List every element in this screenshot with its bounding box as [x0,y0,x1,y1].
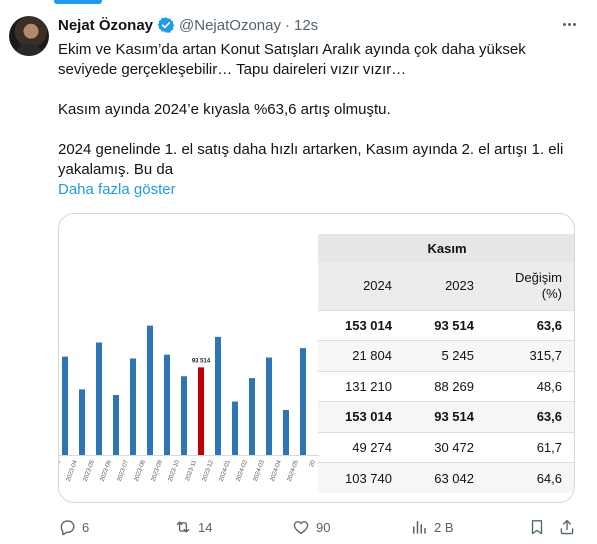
table-row: 21 804 5 245 315,7 [318,340,574,371]
table-cell: 48,6 [488,370,574,402]
tweet-text: Ekim ve Kasım’da artan Konut Satışları A… [58,40,578,200]
reply-button[interactable]: 6 [58,517,89,537]
x-tick-label: 2024-05 [287,459,300,482]
table-row: 153 014 93 514 63,6 [318,309,574,341]
repost-count: 14 [198,519,213,535]
tweet-header: Nejat Özonay @NejatOzonay · 12s [58,15,318,35]
active-indicator [54,0,102,4]
action-bar: 6 14 90 2 B [58,517,580,537]
bar [300,348,306,455]
column-header: Değişim (%) [488,262,574,310]
bar-highlighted [198,367,204,455]
tweet-text-line: 2024 genelinde 1. el satış daha hızlı ar… [58,141,564,158]
media-image[interactable]: 93 514 2-03 2023-04 2023-05 2023-06 2023-07 20… [58,213,575,503]
repost-button[interactable]: 14 [174,517,212,537]
more-dots-icon[interactable] [559,16,579,32]
tweet-text-line: seviyede gerçekleşebilir… Tapu daireleri… [58,61,407,78]
column-header: 2023 [406,262,488,310]
like-icon [293,521,309,535]
bar-chart: 93 514 2-03 2023-04 2023-05 2023-06 2023-07 20… [59,325,319,482]
tweet-text-line: Kasım ayında 2024’e kıyasla %63,6 artış … [58,101,391,118]
x-tick-label: 2023-10 [168,459,181,482]
reply-icon [60,520,75,536]
bar [181,376,187,455]
column-header-line: (%) [541,285,562,301]
x-tick-label: 2024-02 [236,459,249,482]
bar [164,354,170,455]
x-tick-label: 2023-05 [83,459,96,482]
bar [249,378,255,455]
table-cell: 153 014 [318,401,406,432]
bar [96,342,102,455]
table-cell: 5 245 [406,340,488,371]
bar [232,401,238,455]
bar [79,389,85,455]
bar [113,395,119,455]
table-cell: 61,7 [488,431,574,463]
bar [147,325,153,455]
x-tick-label: 2024-03 [253,459,266,482]
table-cell: 64,6 [488,462,574,493]
tweet-text-line: yakalamış. Bu da [58,161,174,178]
bar-data-label: 93 514 [192,358,211,364]
author-handle[interactable]: @NejatOzonay [179,17,281,34]
x-tick-label: 2023-09 [151,459,164,482]
timestamp[interactable]: 12s [294,17,318,34]
table-cell: 93 514 [406,401,488,432]
sales-table: Kasım 2024 2023 Değişim (%) 153 014 93 51… [318,234,574,493]
x-tick-label: 2023-12 [202,459,215,482]
column-header: 2024 [318,262,406,310]
table-title: Kasım [318,234,574,262]
table-cell: 63 042 [406,462,488,493]
table-row: 49 274 30 472 61,7 [318,431,574,463]
x-tick-label: 20 [309,459,317,468]
verified-badge-icon [157,17,175,33]
bar [215,336,221,455]
table-cell: 21 804 [318,340,406,371]
table-row: 131 210 88 269 48,6 [318,370,574,402]
table-cell: 93 514 [406,309,488,341]
table-cell: 63,6 [488,309,574,341]
table-cell: 88 269 [406,370,488,402]
x-tick-label: 2023-07 [117,459,130,482]
table-cell: 30 472 [406,431,488,463]
views-button[interactable]: 2 B [410,517,454,537]
x-tick-label: 2023-11 [185,459,198,482]
reply-count: 6 [82,519,90,535]
share-button[interactable] [558,517,576,537]
bookmark-icon [531,520,543,535]
like-count: 90 [316,519,331,535]
table-cell: 131 210 [318,370,406,402]
x-tick-label: 2-03 [59,459,62,473]
table-cell: 103 740 [318,462,406,493]
table-cell: 63,6 [488,401,574,432]
bar [62,356,68,455]
table-cell: 153 014 [318,309,406,341]
table-cell: 315,7 [488,340,574,371]
table-row: 103 740 63 042 64,6 [318,462,574,493]
bar [283,410,289,455]
table-cell: 49 274 [318,431,406,463]
bookmark-button[interactable] [528,517,546,537]
x-tick-label: 2023-08 [134,459,147,482]
x-tick-label: 2023-04 [66,459,79,482]
x-tick-label: 2024-01 [219,459,232,482]
tweet-text-line: Ekim ve Kasım’da artan Konut Satışları A… [58,41,526,58]
views-icon [413,521,426,534]
repost-icon [176,521,190,533]
bar [130,358,136,455]
share-icon [560,519,574,535]
show-more-link[interactable]: Daha fazla göster [58,180,578,200]
author-name[interactable]: Nejat Özonay [58,17,153,34]
x-tick-label: 2024-04 [270,459,283,482]
separator-dot: · [284,16,290,34]
bar [266,357,272,455]
table-row: 153 014 93 514 63,6 [318,401,574,432]
like-button[interactable]: 90 [292,517,330,537]
column-header-line: Değişim [515,269,562,285]
views-count: 2 B [434,519,454,535]
x-tick-label: 2023-06 [100,459,113,482]
avatar[interactable] [9,16,49,56]
